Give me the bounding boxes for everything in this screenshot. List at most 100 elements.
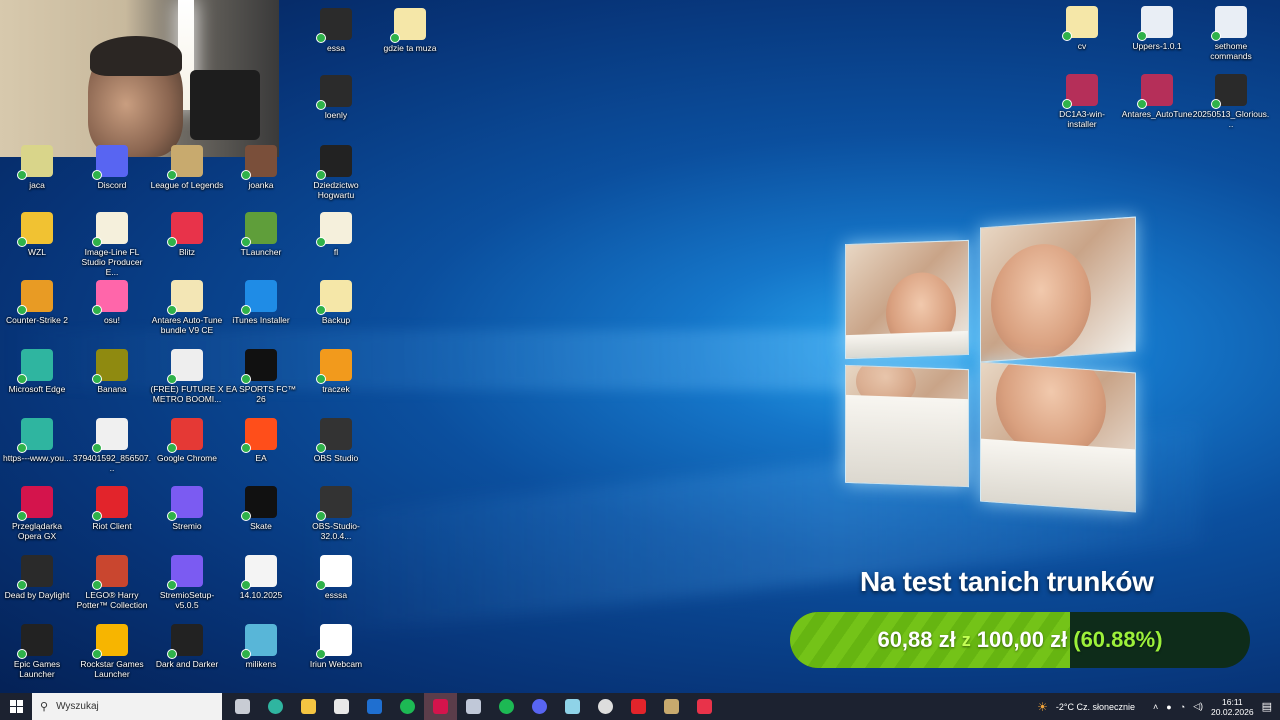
desktop-icon-traczek[interactable]: traczek xyxy=(299,349,373,394)
desktop-icon-loenly[interactable]: loenly xyxy=(299,75,373,120)
desktop-icon-league-of-legends[interactable]: League of Legends xyxy=(150,145,224,190)
desktop-icon-banana[interactable]: Banana xyxy=(75,349,149,394)
desktop-icon-essa[interactable]: essa xyxy=(299,8,373,53)
desktop-icon-dziedzictwo-hogwartu[interactable]: Dziedzictwo Hogwartu xyxy=(299,145,373,200)
desktop-icon-blitz[interactable]: Blitz xyxy=(150,212,224,257)
desktop-icon-iriun-webcam[interactable]: Iriun Webcam xyxy=(299,624,373,669)
desktop-icon-label: fl xyxy=(333,247,339,257)
joanka-icon xyxy=(241,145,277,180)
desktop-icon-dc1a3-win-installer[interactable]: DC1A3-win-installer xyxy=(1045,74,1119,129)
donation-percent: (60.88%) xyxy=(1073,627,1163,652)
desktop-icon-stremiosetup-v5-0-5[interactable]: StremioSetup-v5.0.5 xyxy=(150,555,224,610)
desktop-icon-label: StremioSetup-v5.0.5 xyxy=(159,590,215,610)
taskbar-app-file-explorer[interactable] xyxy=(292,693,325,720)
desktop-icon-microsoft-edge[interactable]: Microsoft Edge xyxy=(0,349,74,394)
desktop-icon-stremio[interactable]: Stremio xyxy=(150,486,224,531)
taskbar-search-box[interactable]: ⚲ Wyszukaj xyxy=(32,693,222,720)
desktop-icon-sethome-commands[interactable]: sethome commands xyxy=(1194,6,1268,61)
desktop-icon-jaca[interactable]: jaca xyxy=(0,145,74,190)
taskbar-app-obs[interactable] xyxy=(589,693,622,720)
desktop-icon-antares-auto-tune-bundle-v9-ce[interactable]: Antares Auto-Tune bundle V9 CE xyxy=(150,280,224,335)
desktop-icon-label: iTunes Installer xyxy=(232,315,290,325)
taskbar-app-task-view[interactable] xyxy=(226,693,259,720)
sync-check-icon xyxy=(241,511,251,521)
desktop-icon-counter-strike-2[interactable]: Counter-Strike 2 xyxy=(0,280,74,325)
desktop-icon-label: OBS Studio xyxy=(313,453,359,463)
taskbar-app-league[interactable] xyxy=(655,693,688,720)
taskbar-app-spotify-2[interactable] xyxy=(490,693,523,720)
desktop-icon-google-chrome[interactable]: Google Chrome xyxy=(150,418,224,463)
ea-icon xyxy=(241,418,277,453)
desktop-icon-itunes-installer[interactable]: iTunes Installer xyxy=(224,280,298,325)
desktop-icon-cv[interactable]: cv xyxy=(1045,6,1119,51)
taskbar-app-store[interactable] xyxy=(325,693,358,720)
outlook-icon xyxy=(367,699,382,714)
microphone-icon[interactable]: ● xyxy=(1166,702,1171,712)
desktop-icon-tlauncher[interactable]: TLauncher xyxy=(224,212,298,257)
desktop-icon-backup[interactable]: Backup xyxy=(299,280,373,325)
desktop-icon-gdzie-ta-muza[interactable]: gdzie ta muza xyxy=(373,8,447,53)
sync-check-icon xyxy=(316,33,326,43)
sync-check-icon xyxy=(167,305,177,315)
weather-text[interactable]: -2°C Cz. słonecznie xyxy=(1056,702,1135,712)
taskbar-app-spotify[interactable] xyxy=(391,693,424,720)
taskbar-app-outlook[interactable] xyxy=(358,693,391,720)
start-button[interactable] xyxy=(0,693,32,720)
desktop-icon-label: Dziedzictwo Hogwartu xyxy=(313,180,359,200)
taskbar-clock[interactable]: 16:11 20.02.2026 xyxy=(1211,697,1254,717)
sync-check-icon xyxy=(167,170,177,180)
taskbar-app-discord[interactable] xyxy=(523,693,556,720)
desktop-icon-dark-and-darker[interactable]: Dark and Darker xyxy=(150,624,224,669)
desktop-icon-379401592-856507[interactable]: 379401592_856507... xyxy=(73,418,151,473)
sync-check-icon xyxy=(167,237,177,247)
chevron-up-icon[interactable]: ˄ xyxy=(1153,702,1158,712)
taskbar-app-files[interactable] xyxy=(457,693,490,720)
desktop-icon-joanka[interactable]: joanka xyxy=(224,145,298,190)
desktop-icon-label: Skate xyxy=(250,521,272,531)
desktop-icon-dead-by-daylight[interactable]: Dead by Daylight xyxy=(0,555,74,600)
network-icon[interactable]: ◔ xyxy=(1180,702,1185,712)
taskbar-app-opera-gx[interactable] xyxy=(424,693,457,720)
desktop-icon-free-future-x-metro-boomi[interactable]: (FREE) FUTURE X METRO BOOMI... xyxy=(150,349,224,404)
fl-icon xyxy=(316,212,352,247)
banana-icon xyxy=(92,349,128,384)
edge-icon xyxy=(268,699,283,714)
notifications-icon[interactable]: ▤ xyxy=(1262,700,1272,713)
sync-check-icon xyxy=(1062,99,1072,109)
desktop-icon-milikens[interactable]: milikens xyxy=(224,624,298,669)
desktop-icon-antares-autotune[interactable]: Antares_AutoTune xyxy=(1120,74,1194,119)
desktop-icon-riot-client[interactable]: Riot Client xyxy=(75,486,149,531)
desktop-icon-obs-studio[interactable]: OBS Studio xyxy=(299,418,373,463)
cv-icon xyxy=(1062,6,1098,41)
desktop-icon-obs-studio-32-0-4[interactable]: OBS-Studio-32.0.4... xyxy=(299,486,373,541)
desktop-icon-14-10-2025[interactable]: 14.10.2025 xyxy=(224,555,298,600)
desktop-icon-lego-harry-potter-collection[interactable]: LEGO® Harry Potter™ Collection xyxy=(75,555,149,610)
weather-icon[interactable]: ☀ xyxy=(1037,700,1048,714)
desktop-icon-ea[interactable]: EA xyxy=(224,418,298,463)
desktop-icon-epic-games-launcher[interactable]: Epic Games Launcher xyxy=(0,624,74,679)
taskbar-app-edge[interactable] xyxy=(259,693,292,720)
desktop-icon-esssa[interactable]: esssa xyxy=(299,555,373,600)
desktop-icon-skate[interactable]: Skate xyxy=(224,486,298,531)
taskbar-app-riot[interactable] xyxy=(622,693,655,720)
desktop-icon-20250513-glorious[interactable]: 20250513_Glorious... xyxy=(1193,74,1269,129)
volume-icon[interactable]: ◁) xyxy=(1193,701,1203,712)
desktop-icon-label: Discord xyxy=(97,180,127,190)
desktop-icon-wzl[interactable]: WZL xyxy=(0,212,74,257)
desktop-icon-przegl-darka-opera-gx[interactable]: Przeglądarka Opera GX xyxy=(0,486,74,541)
sync-check-icon xyxy=(241,237,251,247)
taskbar-app-notes[interactable] xyxy=(556,693,589,720)
desktop-icon-fl[interactable]: fl xyxy=(299,212,373,257)
desktop-icon-osu[interactable]: osu! xyxy=(75,280,149,325)
desktop-icon-discord[interactable]: Discord xyxy=(75,145,149,190)
desktop-icon-ea-sports-fc-26[interactable]: EA SPORTS FC™ 26 xyxy=(224,349,298,404)
clock-date: 20.02.2026 xyxy=(1211,706,1254,717)
sync-check-icon xyxy=(1211,31,1221,41)
desktop-icon-https-www-you[interactable]: https---www.you... xyxy=(0,418,74,463)
desktop-icon-rockstar-games-launcher[interactable]: Rockstar Games Launcher xyxy=(75,624,149,679)
sync-check-icon xyxy=(92,649,102,659)
desktop-icon-label: jaca xyxy=(29,180,45,190)
taskbar-app-blitz[interactable] xyxy=(688,693,721,720)
desktop-icon-uppers-1-0-1[interactable]: Uppers-1.0.1 xyxy=(1120,6,1194,51)
desktop-icon-image-line-fl-studio-producer-e[interactable]: Image-Line FL Studio Producer E... xyxy=(75,212,149,277)
